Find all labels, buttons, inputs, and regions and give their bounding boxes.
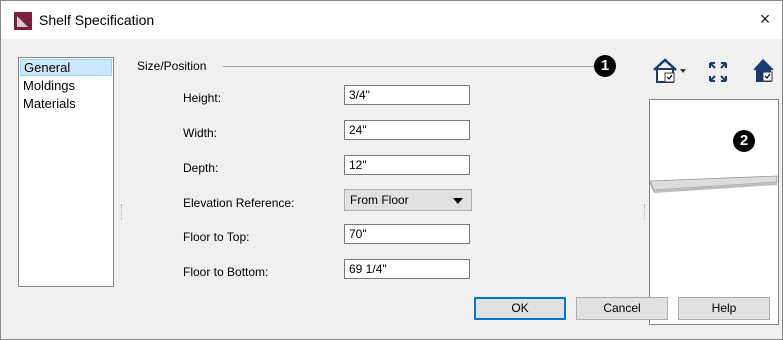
group-label-size-position: Size/Position [137,59,207,73]
group-divider [223,66,595,67]
floor-to-top-label: Floor to Top: [183,230,250,244]
floor-to-bottom-label: Floor to Bottom: [183,265,269,279]
shelf-specification-dialog: Shelf Specification × General Moldings M… [0,0,783,340]
floor-to-top-field[interactable]: 70" [344,224,470,244]
callout-1: 1 [594,55,616,77]
height-label: Height: [183,91,222,105]
category-list: General Moldings Materials [18,57,114,287]
title-bar: Shelf Specification × [1,1,782,39]
view-style-icon [653,58,686,83]
width-field[interactable]: 24" [344,120,470,140]
elevation-reference-select[interactable]: From Floor [344,189,472,211]
preview-pane[interactable]: 2 [649,99,779,325]
nav-item-moldings[interactable]: Moldings [20,77,112,94]
height-field[interactable]: 3/4" [344,85,470,105]
app-icon [14,12,32,30]
help-button[interactable]: Help [678,297,770,320]
elevation-reference-value: From Floor [350,193,409,207]
shelf-preview-image [650,175,778,193]
floor-to-bottom-field[interactable]: 69 1/4" [344,259,470,279]
window-title: Shelf Specification [39,12,155,28]
dialog-body: General Moldings Materials Size/Position… [1,39,782,339]
chevron-down-icon [453,198,463,204]
close-button[interactable]: × [754,8,776,30]
fill-window-button[interactable] [705,56,731,86]
preview-3d-icon [753,58,774,82]
right-splitter[interactable] [644,204,647,220]
preview-3d-button[interactable] [749,56,779,86]
nav-item-materials[interactable]: Materials [20,95,112,112]
width-label: Width: [183,126,218,140]
fill-window-icon [709,62,727,82]
cancel-button[interactable]: Cancel [576,297,668,320]
view-style-button[interactable] [650,56,690,86]
ok-button[interactable]: OK [474,297,566,320]
nav-item-general[interactable]: General [20,59,112,76]
depth-field[interactable]: 12" [344,155,470,175]
left-splitter[interactable] [121,204,124,220]
elevation-reference-label: Elevation Reference: [183,196,295,210]
depth-label: Depth: [183,161,219,175]
